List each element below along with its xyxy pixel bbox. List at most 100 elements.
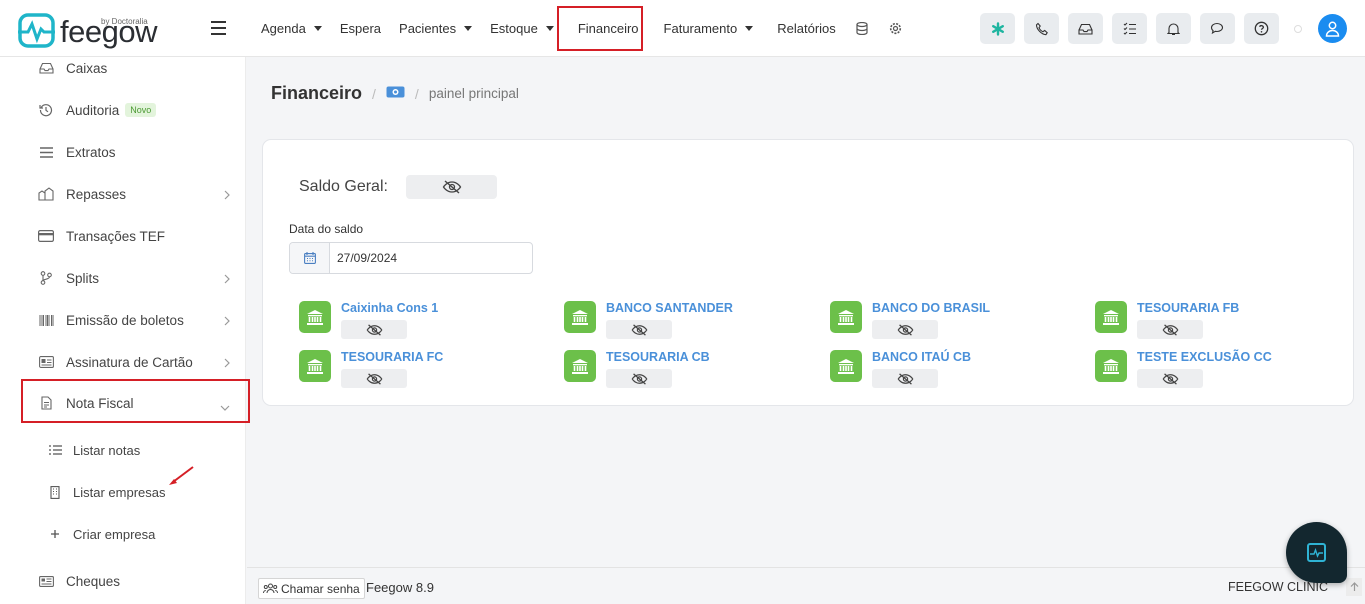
account-body: BANCO SANTANDER bbox=[606, 301, 733, 339]
sidebar-subitem-listar-notas[interactable]: Listar notas bbox=[48, 435, 140, 465]
toggle-saldo-visibility-button[interactable] bbox=[406, 175, 497, 199]
eye-slash-icon bbox=[1162, 372, 1178, 385]
building-icon bbox=[48, 485, 62, 499]
barcode-icon bbox=[37, 314, 55, 326]
sidebar-item-label: Cheques bbox=[66, 573, 121, 589]
account-body: TESOURARIA CB bbox=[606, 350, 710, 388]
avatar[interactable] bbox=[1318, 14, 1347, 43]
account-tile[interactable]: TESOURARIA FC bbox=[299, 350, 443, 388]
eye-slash-icon bbox=[366, 372, 382, 385]
inbox-icon[interactable] bbox=[1068, 13, 1103, 44]
account-tile[interactable]: BANCO ITAÚ CB bbox=[830, 350, 971, 388]
toggle-account-visibility-button[interactable] bbox=[606, 369, 672, 388]
inbox-icon bbox=[37, 62, 55, 74]
bank-icon bbox=[1095, 350, 1127, 382]
scroll-top-button[interactable] bbox=[1346, 578, 1362, 596]
chat-icon[interactable] bbox=[1200, 13, 1235, 44]
checklist-icon[interactable] bbox=[1112, 13, 1147, 44]
bell-icon[interactable] bbox=[1156, 13, 1191, 44]
account-tile[interactable]: TESOURARIA FB bbox=[1095, 301, 1239, 339]
nav-estoque[interactable]: Estoque bbox=[481, 0, 563, 57]
caret-down-icon bbox=[745, 26, 754, 31]
history-icon bbox=[37, 103, 55, 117]
sidebar-item-caixas[interactable]: Caixas bbox=[22, 50, 248, 86]
sidebar-subitem-label: Listar notas bbox=[73, 442, 141, 458]
money-icon[interactable] bbox=[386, 85, 405, 103]
account-body: TESTE EXCLUSÃO CC bbox=[1137, 350, 1272, 388]
sidebar-item-splits[interactable]: Splits bbox=[22, 260, 248, 296]
nav-espera[interactable]: Espera bbox=[331, 0, 390, 57]
feegow-logo[interactable]: feegow by Doctoralia bbox=[18, 13, 157, 48]
status-dot-icon bbox=[1294, 24, 1302, 33]
scrollbar[interactable] bbox=[1356, 57, 1365, 567]
breadcrumb: Financeiro / / painel principal bbox=[271, 83, 519, 104]
account-name[interactable]: Caixinha Cons 1 bbox=[341, 301, 438, 315]
sidebar-item-extratos[interactable]: Extratos bbox=[22, 134, 248, 170]
list-icon bbox=[37, 146, 55, 158]
nav-pacientes[interactable]: Pacientes bbox=[390, 0, 481, 57]
account-tile[interactable]: BANCO DO BRASIL bbox=[830, 301, 990, 339]
bank-icon bbox=[830, 350, 862, 382]
chevron-right-icon bbox=[224, 356, 230, 371]
red-arrow-annotation-icon bbox=[169, 466, 194, 485]
account-name[interactable]: BANCO SANTANDER bbox=[606, 301, 733, 315]
toggle-account-visibility-button[interactable] bbox=[1137, 320, 1203, 339]
account-body: BANCO DO BRASIL bbox=[872, 301, 990, 339]
account-name[interactable]: BANCO ITAÚ CB bbox=[872, 350, 971, 364]
split-icon bbox=[37, 271, 55, 285]
eye-slash-icon bbox=[897, 323, 913, 336]
date-input[interactable] bbox=[330, 243, 530, 273]
toolbar-right bbox=[980, 13, 1347, 44]
balance-panel: Saldo Geral: Data do saldo Caixinha Cons… bbox=[262, 139, 1354, 406]
breadcrumb-current: painel principal bbox=[428, 86, 519, 101]
saldo-geral-label: Saldo Geral: bbox=[299, 178, 388, 195]
sidebar-item-label: Assinatura de Cartão bbox=[66, 354, 193, 370]
sidebar-item-repasses[interactable]: Repasses bbox=[22, 176, 248, 212]
breadcrumb-separator: / bbox=[372, 85, 376, 102]
sidebar-item-label: Repasses bbox=[66, 186, 127, 202]
sidebar-subitem-criar-empresa[interactable]: Criar empresa bbox=[48, 519, 155, 549]
phone-icon[interactable] bbox=[1024, 13, 1059, 44]
account-tile[interactable]: TESOURARIA CB bbox=[564, 350, 710, 388]
chamar-senha-button[interactable]: Chamar senha bbox=[258, 578, 365, 599]
calendar-icon[interactable] bbox=[290, 243, 330, 273]
sidebar-item-emissao-boletos[interactable]: Emissão de boletos bbox=[22, 302, 248, 338]
database-icon[interactable] bbox=[845, 0, 879, 57]
sidebar-item-auditoria[interactable]: Auditoria Novo bbox=[22, 92, 248, 128]
financeiro-highlight-box bbox=[557, 6, 643, 51]
help-icon[interactable] bbox=[1244, 13, 1279, 44]
toggle-account-visibility-button[interactable] bbox=[872, 369, 938, 388]
gear-icon[interactable] bbox=[879, 0, 913, 57]
bank-icon bbox=[299, 301, 331, 333]
nav-faturamento[interactable]: Faturamento bbox=[655, 0, 763, 57]
asterisk-icon[interactable] bbox=[980, 13, 1015, 44]
account-tile[interactable]: TESTE EXCLUSÃO CC bbox=[1095, 350, 1272, 388]
sidebar-item-cheques[interactable]: Cheques bbox=[22, 563, 248, 599]
list-icon bbox=[48, 445, 62, 455]
arrow-up-icon bbox=[1350, 582, 1358, 591]
toggle-account-visibility-button[interactable] bbox=[872, 320, 938, 339]
id-card-icon bbox=[37, 356, 55, 368]
sidebar-item-transacoes-tef[interactable]: Transações TEF bbox=[22, 218, 248, 254]
nav-agenda[interactable]: Agenda bbox=[252, 0, 331, 57]
account-tile[interactable]: BANCO SANTANDER bbox=[564, 301, 733, 339]
account-tile[interactable]: Caixinha Cons 1 bbox=[299, 301, 438, 339]
account-name[interactable]: TESTE EXCLUSÃO CC bbox=[1137, 350, 1272, 364]
toggle-account-visibility-button[interactable] bbox=[1137, 369, 1203, 388]
toggle-account-visibility-button[interactable] bbox=[606, 320, 672, 339]
account-name[interactable]: TESOURARIA CB bbox=[606, 350, 710, 364]
transfer-icon bbox=[37, 187, 55, 201]
account-name[interactable]: TESOURARIA FC bbox=[341, 350, 443, 364]
eye-slash-icon bbox=[1162, 323, 1178, 336]
menu-toggle-button[interactable] bbox=[211, 21, 226, 35]
toggle-account-visibility-button[interactable] bbox=[341, 369, 407, 388]
bank-icon bbox=[1095, 301, 1127, 333]
sidebar-item-assinatura-cartao[interactable]: Assinatura de Cartão bbox=[22, 344, 248, 380]
account-name[interactable]: BANCO DO BRASIL bbox=[872, 301, 990, 315]
nav-relatorios[interactable]: Relatórios bbox=[762, 0, 845, 57]
toggle-account-visibility-button[interactable] bbox=[341, 320, 407, 339]
account-name[interactable]: TESOURARIA FB bbox=[1137, 301, 1239, 315]
page-title: Financeiro bbox=[271, 83, 363, 103]
feegow-assistant-button[interactable] bbox=[1286, 522, 1347, 583]
sidebar-subitem-listar-empresas[interactable]: Listar empresas bbox=[48, 477, 165, 507]
